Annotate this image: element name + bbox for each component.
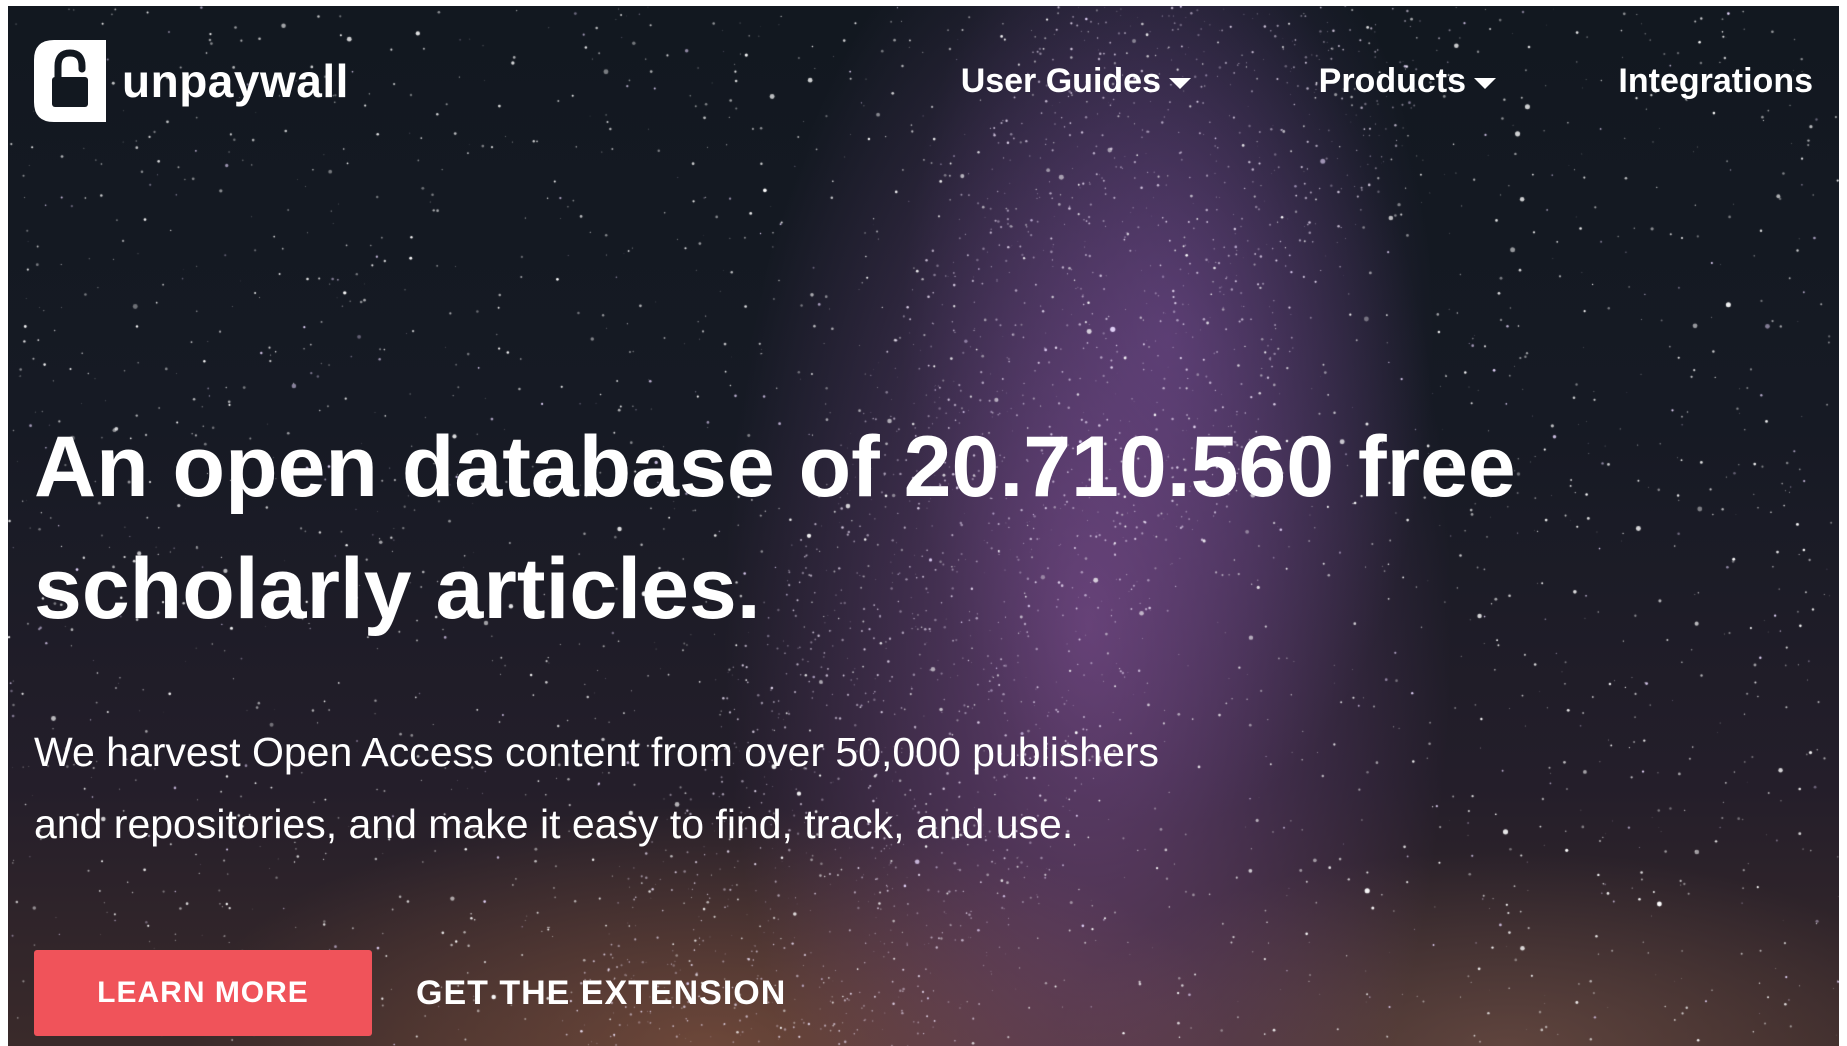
headline-line-1: An open database of 20.710.560 free	[34, 419, 1516, 515]
caret-down-icon	[1169, 77, 1191, 89]
brand-logo[interactable]: unpaywall	[34, 40, 349, 122]
get-extension-link[interactable]: GET THE EXTENSION	[416, 974, 786, 1013]
nav-item-label: Products	[1318, 62, 1466, 100]
subhead-line-2: and repositories, and make it easy to fi…	[34, 801, 1074, 847]
nav-item-user-guides[interactable]: User Guides	[961, 62, 1191, 101]
hero-subhead: We harvest Open Access content from over…	[34, 716, 1534, 860]
hero-actions: LEARN MORE GET THE EXTENSION	[34, 950, 786, 1036]
nav-item-label: User Guides	[960, 62, 1161, 100]
headline-line-2: scholarly articles.	[34, 541, 761, 637]
caret-down-icon	[1474, 77, 1496, 89]
subhead-line-1: We harvest Open Access content from over…	[34, 729, 1160, 775]
nav-item-label: Integrations	[1618, 62, 1813, 100]
learn-more-button[interactable]: LEARN MORE	[34, 950, 372, 1036]
hero-section: unpaywall User Guides Products Integrati…	[8, 6, 1839, 1046]
hero-headline: An open database of 20.710.560 free scho…	[34, 406, 1734, 650]
nav-item-products[interactable]: Products	[1319, 62, 1496, 101]
nav-item-integrations[interactable]: Integrations	[1618, 62, 1813, 101]
open-lock-icon	[34, 40, 106, 122]
brand-name: unpaywall	[122, 55, 349, 107]
